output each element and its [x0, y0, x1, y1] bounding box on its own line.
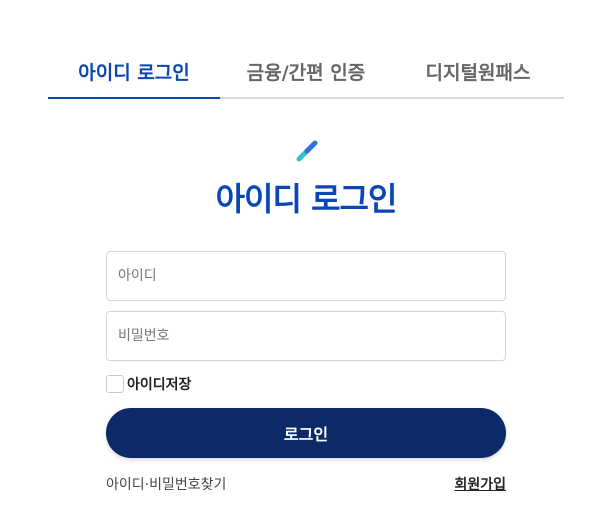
- tab-finance-auth[interactable]: 금융/간편 인증: [220, 46, 392, 97]
- save-id-option[interactable]: 아이디저장: [106, 374, 191, 394]
- password-field[interactable]: [106, 311, 506, 361]
- save-id-label: 아이디저장: [127, 377, 192, 393]
- id-field[interactable]: [106, 251, 506, 301]
- login-tabs: 아이디 로그인 금융/간편 인증 디지털원패스: [48, 46, 564, 99]
- save-id-checkbox[interactable]: [106, 375, 124, 393]
- login-button[interactable]: 로그인: [106, 408, 506, 458]
- page-title: 아이디 로그인: [215, 180, 398, 218]
- id-input[interactable]: [107, 252, 505, 300]
- pen-icon: [296, 140, 318, 162]
- tab-digital-onepass[interactable]: 디지털원패스: [392, 46, 564, 97]
- join-link[interactable]: 회원가입: [454, 474, 506, 494]
- password-input[interactable]: [107, 312, 505, 360]
- find-id-password-link[interactable]: 아이디·비밀번호찾기: [106, 474, 226, 494]
- tab-id-login[interactable]: 아이디 로그인: [48, 46, 220, 99]
